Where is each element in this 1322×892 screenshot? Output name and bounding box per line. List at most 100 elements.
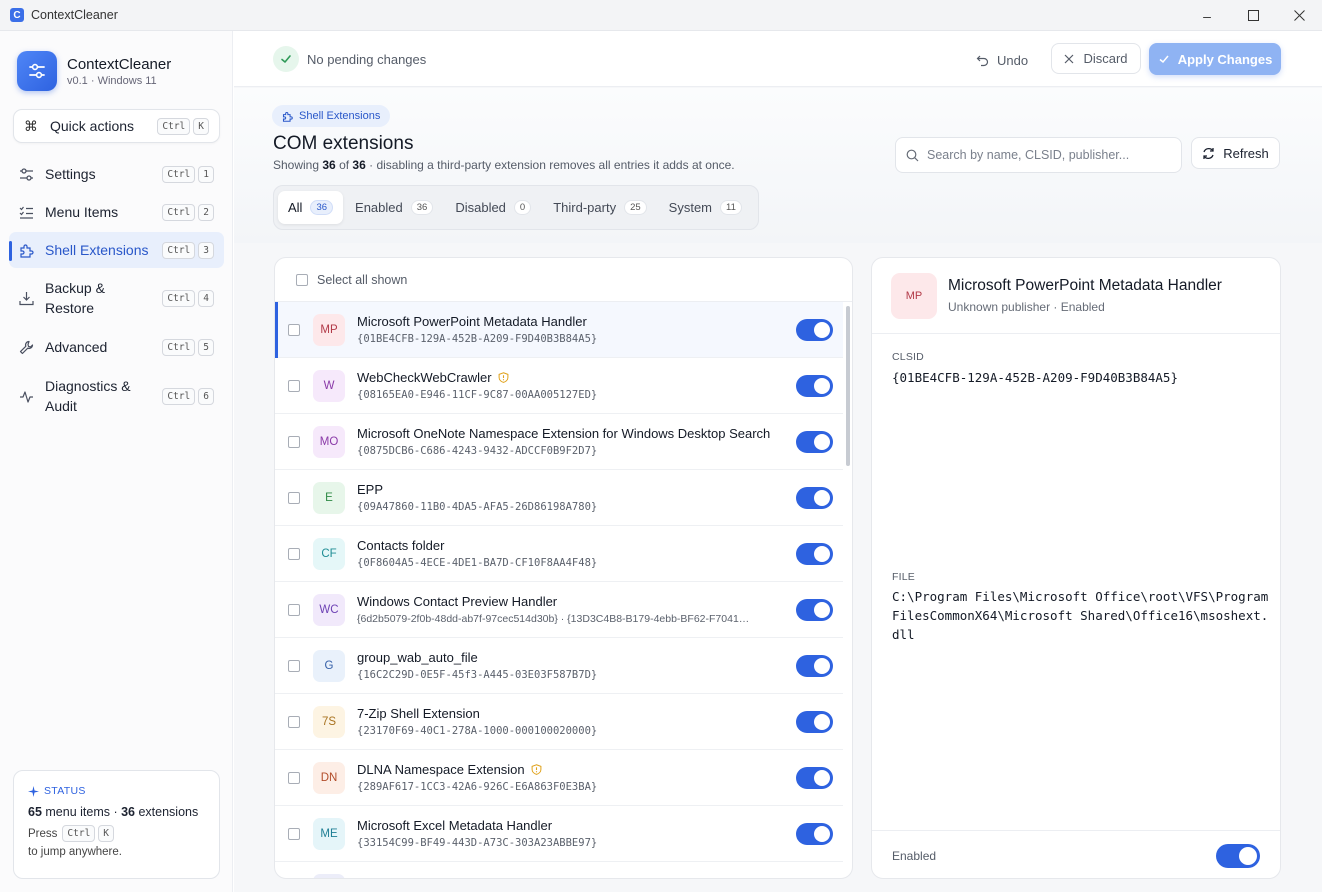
- kbd-key: 5: [198, 338, 214, 356]
- table-row[interactable]: 7S 7-Zip Shell Extension {23170F69-40C1-27…: [275, 694, 843, 750]
- detail-header: MP Microsoft PowerPoint Metadata Handler…: [872, 258, 1280, 334]
- table-row[interactable]: ME Microsoft Excel Metadata Handler {33154…: [275, 806, 843, 862]
- table-row[interactable]: MWMicrosoft Word Thumbnail Handler: [275, 862, 843, 878]
- row-enable-toggle[interactable]: [796, 431, 833, 453]
- top-bar: No pending changes Undo Discard Apply Ch…: [234, 31, 1322, 87]
- shield-warning-icon: [531, 764, 542, 775]
- tab-third-party[interactable]: Third-party 25: [543, 191, 656, 224]
- filter-tabs: All 36 Enabled 36 Disabled 0 Third-party 25 …: [273, 185, 759, 230]
- undo-icon: [976, 55, 989, 66]
- table-row[interactable]: Ggroup_wab_auto_file {16C2C29D-0E5F-45f3-…: [275, 638, 843, 694]
- file-label: FILE: [892, 571, 915, 583]
- row-enable-toggle[interactable]: [796, 319, 833, 341]
- table-row[interactable]: MP Microsoft PowerPoint Metadata Handler {…: [275, 302, 843, 358]
- shield-warning-icon: [498, 372, 509, 383]
- quick-actions-button[interactable]: ⌘ Quick actions Ctrl K: [13, 109, 220, 143]
- close-icon[interactable]: [1276, 0, 1322, 31]
- row-checkbox[interactable]: [288, 491, 300, 504]
- sidebar: ContextCleaner v0.1 · Windows 11 ⌘ Quick…: [0, 31, 233, 892]
- sidebar-item-advanced[interactable]: Advanced Ctrl 5: [9, 328, 224, 366]
- search-input[interactable]: [927, 148, 1167, 162]
- row-name: Windows Contact Preview Handler: [357, 594, 558, 609]
- sidebar-item-label: Advanced: [45, 339, 108, 355]
- chip-label: Shell Extensions: [299, 110, 381, 122]
- row-enable-toggle[interactable]: [796, 823, 833, 845]
- status-counts: 65 menu items · 36 extensions: [28, 805, 205, 819]
- command-icon: ⌘: [24, 117, 38, 134]
- list-scrollbar[interactable]: [846, 306, 850, 466]
- check-icon: [273, 46, 299, 72]
- row-avatar: ME: [313, 817, 345, 850]
- kbd-key: K: [98, 825, 115, 842]
- row-avatar: E: [313, 481, 345, 514]
- tab-label: System: [668, 200, 712, 215]
- row-name: Contacts folder: [357, 538, 445, 553]
- showing-suffix: · disabling a third-party extension remo…: [365, 158, 735, 172]
- row-avatar: CF: [313, 537, 345, 570]
- row-checkbox[interactable]: [288, 827, 300, 840]
- apply-changes-button[interactable]: Apply Changes: [1149, 43, 1281, 75]
- refresh-icon: [1203, 147, 1214, 159]
- select-all-checkbox[interactable]: [296, 273, 308, 286]
- detail-panel: MP Microsoft PowerPoint Metadata Handler…: [871, 257, 1281, 879]
- sidebar-item-diagnostics-audit[interactable]: Diagnostics & Audit Ctrl 6: [9, 368, 224, 424]
- brand: ContextCleaner v0.1 · Windows 11: [17, 51, 171, 91]
- sidebar-item-settings[interactable]: Settings Ctrl 1: [9, 156, 224, 192]
- table-row[interactable]: MO Microsoft OneNote Namespace Extension …: [275, 414, 843, 470]
- sidebar-item-label: Shell Extensions: [45, 242, 149, 258]
- tab-disabled[interactable]: Disabled 0: [445, 191, 541, 224]
- row-checkbox[interactable]: [288, 771, 300, 784]
- row-name: Microsoft PowerPoint Metadata Handler: [357, 314, 587, 329]
- row-checkbox[interactable]: [288, 603, 300, 616]
- sparkle-icon: [28, 785, 39, 797]
- row-enable-toggle[interactable]: [796, 767, 833, 789]
- tab-count: 36: [410, 200, 434, 215]
- kbd-key: 1: [198, 165, 214, 183]
- detail-avatar: MP: [891, 272, 937, 319]
- row-clsid: {289AF617-1CC3-42A6-926C-E6A863F0E3BA}: [357, 781, 598, 793]
- search-icon: [906, 149, 919, 161]
- tab-system[interactable]: System 11: [659, 191, 752, 224]
- search-box[interactable]: [895, 137, 1182, 173]
- row-name: Microsoft Excel Metadata Handler: [357, 818, 553, 833]
- row-checkbox[interactable]: [288, 715, 300, 728]
- brand-version: v0.1 · Windows 11: [67, 74, 157, 87]
- row-clsid: {23170F69-40C1-278A-1000-000100020000}: [357, 725, 598, 737]
- sidebar-item-menu-items[interactable]: Menu Items Ctrl 2: [9, 194, 224, 230]
- row-checkbox[interactable]: [288, 379, 300, 392]
- row-clsid: {01BE4CFB-129A-452B-A209-F9D40B3B84A5}: [357, 333, 598, 345]
- undo-button[interactable]: Undo: [976, 47, 1028, 73]
- row-checkbox[interactable]: [288, 435, 300, 448]
- row-checkbox[interactable]: [288, 659, 300, 672]
- tab-all[interactable]: All 36: [278, 191, 344, 224]
- table-row[interactable]: E EPP {09A47860-11B0-4DA5-AFA5-26D86198A78…: [275, 470, 843, 526]
- row-enable-toggle[interactable]: [796, 543, 833, 565]
- tab-enabled[interactable]: Enabled 36: [345, 191, 443, 224]
- row-enable-toggle[interactable]: [796, 655, 833, 677]
- row-enable-toggle[interactable]: [796, 375, 833, 397]
- row-checkbox[interactable]: [288, 323, 300, 336]
- enabled-toggle[interactable]: [1216, 844, 1260, 868]
- row-avatar: W: [313, 369, 345, 402]
- table-row[interactable]: W WebCheckWebCrawler {08165EA0-E946-11CF-9…: [275, 358, 843, 414]
- row-checkbox[interactable]: [288, 547, 300, 560]
- sidebar-item-backup-restore[interactable]: Backup & Restore Ctrl 4: [9, 270, 224, 326]
- table-row[interactable]: CF Contacts folder {0F8604A5-4ECE-4DE1-BA7…: [275, 526, 843, 582]
- row-enable-toggle[interactable]: [796, 599, 833, 621]
- minimize-icon[interactable]: –: [1184, 0, 1230, 31]
- extension-count-label: extensions: [135, 805, 199, 819]
- table-row[interactable]: WC Windows Contact Preview Handler {6d2b50…: [275, 582, 843, 638]
- row-name: Microsoft OneNote Namespace Extension fo…: [357, 426, 771, 441]
- refresh-button[interactable]: Refresh: [1191, 137, 1280, 169]
- table-row[interactable]: DN DLNA Namespace Extension {289AF617-1CC3…: [275, 750, 843, 806]
- sidebar-item-shell-extensions[interactable]: Shell Extensions Ctrl 3: [9, 232, 224, 268]
- file-path-value: C:\Program Files\Microsoft Office\root\V…: [892, 589, 1269, 642]
- row-avatar: MW: [313, 873, 345, 878]
- row-enable-toggle[interactable]: [796, 711, 833, 733]
- discard-button[interactable]: Discard: [1051, 43, 1141, 74]
- row-enable-toggle[interactable]: [796, 487, 833, 509]
- row-clsid: {16C2C29D-0E5F-45f3-A445-03E03F587B7D}: [357, 669, 598, 681]
- kbd-key: 6: [198, 387, 214, 405]
- title-bar: C ContextCleaner –: [0, 0, 1322, 31]
- maximize-icon[interactable]: [1230, 0, 1276, 31]
